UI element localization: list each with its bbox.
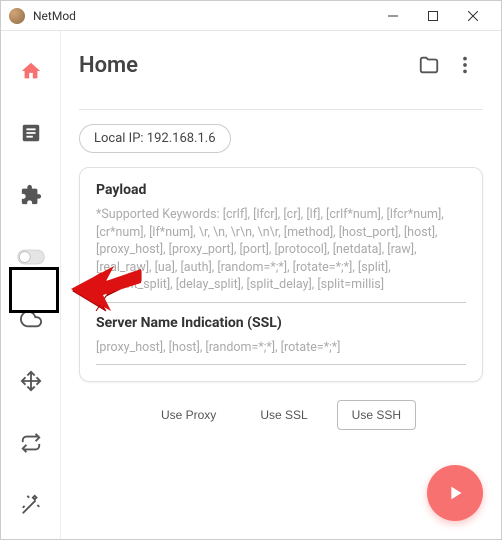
play-icon xyxy=(444,482,466,504)
payload-input[interactable]: *Supported Keywords: [crlf], [lfcr], [cr… xyxy=(96,206,466,303)
repeat-icon xyxy=(20,432,42,454)
magic-icon xyxy=(20,494,42,516)
sni-title: Server Name Indication (SSL) xyxy=(96,315,466,331)
main: Home Local IP: 192.168.1.6 Payload *Supp… xyxy=(1,31,501,539)
maximize-button[interactable] xyxy=(413,2,453,30)
config-card: Payload *Supported Keywords: [crlf], [lf… xyxy=(79,167,483,382)
app-icon xyxy=(9,8,25,24)
payload-title: Payload xyxy=(96,182,466,198)
local-ip-chip[interactable]: Local IP: 192.168.1.6 xyxy=(79,124,231,153)
window-controls xyxy=(373,2,493,30)
folder-icon xyxy=(418,54,440,76)
minimize-button[interactable] xyxy=(373,2,413,30)
extension-icon xyxy=(20,184,42,206)
cloud-icon xyxy=(20,308,42,330)
use-proxy-button[interactable]: Use Proxy xyxy=(146,400,231,430)
header: Home xyxy=(79,47,483,93)
notes-icon xyxy=(20,122,42,144)
button-row: Use Proxy Use SSL Use SSH xyxy=(79,400,483,430)
page-title: Home xyxy=(79,53,411,78)
use-ssl-button[interactable]: Use SSL xyxy=(245,400,322,430)
sidebar-item-notes[interactable] xyxy=(11,113,51,153)
sidebar-item-extension[interactable] xyxy=(11,175,51,215)
app-title: NetMod xyxy=(33,9,373,23)
play-fab[interactable] xyxy=(427,465,483,521)
divider xyxy=(79,109,483,110)
sni-input[interactable]: [proxy_host], [host], [random=*;*], [rot… xyxy=(96,339,466,366)
sidebar-item-repeat[interactable] xyxy=(11,423,51,463)
toggle-icon xyxy=(17,248,45,266)
more-button[interactable] xyxy=(447,47,483,83)
titlebar: NetMod xyxy=(1,1,501,31)
more-vert-icon xyxy=(454,54,476,76)
sidebar-item-move[interactable] xyxy=(11,361,51,401)
folder-button[interactable] xyxy=(411,47,447,83)
move-icon xyxy=(20,370,42,392)
sidebar-item-toggle[interactable] xyxy=(11,237,51,277)
sidebar-item-cloud[interactable] xyxy=(11,299,51,339)
close-button[interactable] xyxy=(453,2,493,30)
sidebar xyxy=(1,31,61,539)
sidebar-item-home[interactable] xyxy=(11,51,51,91)
home-icon xyxy=(20,60,42,82)
use-ssh-button[interactable]: Use SSH xyxy=(337,400,416,430)
sidebar-item-magic[interactable] xyxy=(11,485,51,525)
content: Home Local IP: 192.168.1.6 Payload *Supp… xyxy=(61,31,501,539)
